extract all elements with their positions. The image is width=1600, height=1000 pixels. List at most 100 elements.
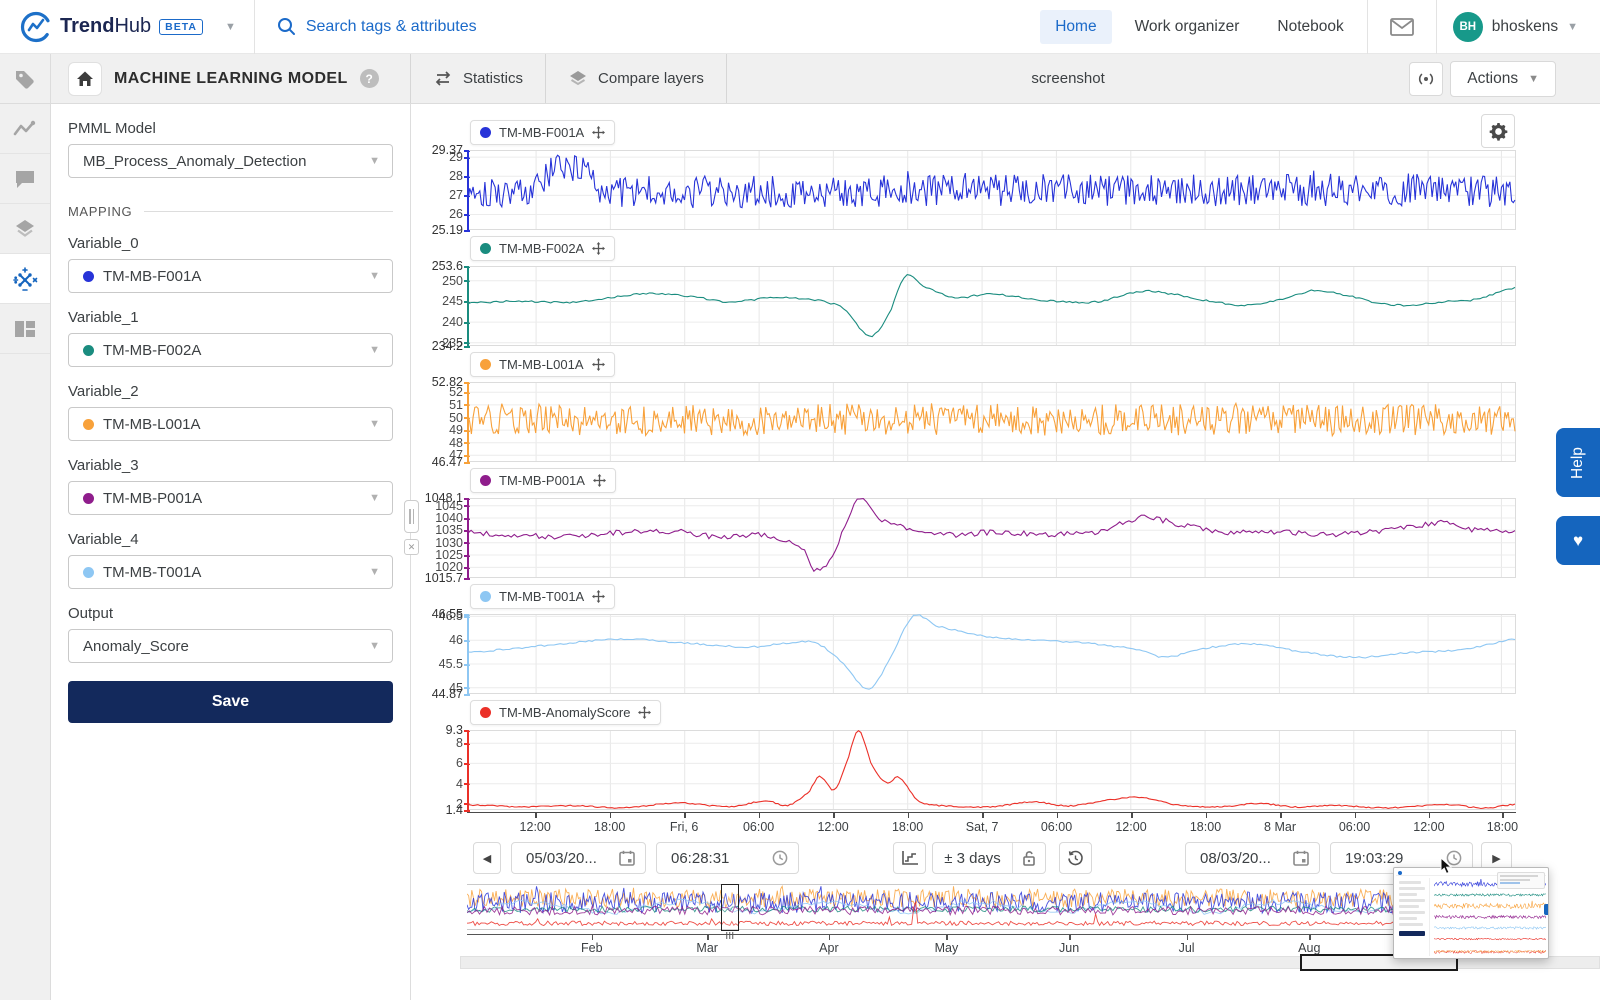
mouse-cursor (1440, 858, 1455, 875)
x-tick (1429, 812, 1431, 818)
home-view-button[interactable] (68, 62, 102, 96)
sidebar-item-dashboard[interactable] (0, 304, 50, 354)
sidebar-item-trends[interactable] (0, 104, 50, 154)
x-tick (1206, 812, 1208, 818)
legend-chip-TM-MB-F001A[interactable]: TM-MB-F001A (470, 120, 615, 145)
help-tab[interactable]: Help (1556, 428, 1600, 497)
top-navbar: TrendHub BETA ▼ Search tags & attributes… (0, 0, 1600, 54)
x-tick-label: 18:00 (594, 820, 625, 834)
user-menu[interactable]: BH bhoskens ▼ (1437, 12, 1600, 42)
legend-chip-TM-MB-AnomalyScore[interactable]: TM-MB-AnomalyScore (470, 700, 661, 725)
lock-range-icon[interactable] (1012, 843, 1045, 873)
view-name-label: screenshot (727, 54, 1409, 103)
move-handle-icon[interactable] (592, 126, 605, 139)
end-date-field[interactable]: 08/03/20... (1185, 842, 1320, 874)
x-tick-label: 18:00 (1190, 820, 1221, 834)
move-handle-icon[interactable] (593, 474, 606, 487)
chart-TM-MB-AnomalyScore: TM-MB-AnomalyScore24689.31.4 (415, 698, 1516, 814)
page-title: MACHINE LEARNING MODEL (114, 70, 348, 88)
y-axis-label: 26 (415, 206, 463, 222)
variable-select-1[interactable]: TM-MB-F002A▼ (68, 333, 393, 367)
y-axis-label: 27 (415, 187, 463, 203)
calendar-icon (619, 850, 635, 866)
x-tick-label: 18:00 (892, 820, 923, 834)
overview-month-axis: FebMarAprMayJunJulAug (467, 934, 1516, 956)
screenshot-preview-thumbnail[interactable] (1393, 867, 1549, 959)
nav-item-notebook[interactable]: Notebook (1262, 10, 1358, 44)
x-tick (1131, 812, 1133, 818)
sidebar-item-layers[interactable] (0, 204, 50, 254)
month-label: Apr (819, 941, 838, 955)
left-icon-strip (0, 104, 51, 1000)
pmml-model-select[interactable]: MB_Process_Anomaly_Detection▼ (68, 144, 393, 178)
chart-TM-MB-P001A: TM-MB-P001A1020102510301035104010451048.… (415, 466, 1516, 582)
chart-TM-MB-T001A: TM-MB-T001A4545.54646.546.5544.87 (415, 582, 1516, 698)
output-select[interactable]: Anomaly_Score▼ (68, 629, 393, 663)
mini-help-tab (1544, 904, 1548, 915)
pan-left-button[interactable]: ◀ (473, 842, 501, 874)
history-button[interactable] (1059, 842, 1092, 874)
x-tick-label: 12:00 (817, 820, 848, 834)
title-help-icon[interactable]: ? (360, 69, 379, 88)
model-config-panel: PMML Model MB_Process_Anomaly_Detection▼… (51, 104, 411, 1000)
compare-layers-button[interactable]: Compare layers (546, 54, 727, 103)
month-tick (1187, 934, 1189, 940)
variable-select-4[interactable]: TM-MB-T001A▼ (68, 555, 393, 589)
brand-chevron-down-icon[interactable]: ▼ (225, 21, 236, 33)
chart-settings-button[interactable] (1481, 114, 1515, 148)
y-axis-label: 46.55 (415, 606, 463, 622)
month-label: Jul (1179, 941, 1195, 955)
sidebar-item-ml-model[interactable] (0, 254, 50, 304)
variable-select-2[interactable]: TM-MB-L001A▼ (68, 407, 393, 441)
start-date-field[interactable]: 05/03/20... (511, 842, 646, 874)
series-color-dot (83, 493, 94, 504)
series-name: TM-MB-L001A (499, 357, 584, 372)
x-tick (833, 812, 835, 818)
brand-name: TrendHub (60, 15, 151, 38)
overview-context-chart[interactable] (467, 884, 1516, 930)
x-tick-label: 12:00 (520, 820, 551, 834)
actions-button[interactable]: Actions▼ (1450, 61, 1556, 97)
nav-item-work-organizer[interactable]: Work organizer (1120, 10, 1255, 44)
mini-notification-toast (1497, 872, 1545, 889)
mail-icon[interactable] (1390, 18, 1414, 36)
panel-splitter-handle[interactable] (404, 500, 419, 533)
output-label: Output (68, 605, 393, 622)
favorites-heart-tab[interactable]: ♥ (1556, 516, 1600, 565)
move-handle-icon[interactable] (592, 358, 605, 371)
legend-chip-TM-MB-F002A[interactable]: TM-MB-F002A (470, 236, 615, 261)
variable-select-0[interactable]: TM-MB-F001A▼ (68, 259, 393, 293)
x-tick (610, 812, 612, 818)
legend-chip-TM-MB-P001A[interactable]: TM-MB-P001A (470, 468, 616, 493)
tag-icon[interactable] (13, 67, 37, 91)
move-handle-icon[interactable] (638, 706, 651, 719)
series-name: TM-MB-F002A (499, 241, 584, 256)
brand[interactable]: TrendHub BETA ▼ (0, 11, 254, 43)
chart-TM-MB-L001A: TM-MB-L001A47484950515252.8246.47 (415, 350, 1516, 466)
overview-selection-window[interactable] (721, 884, 739, 931)
search-input[interactable]: Search tags & attributes (306, 18, 477, 36)
live-mode-button[interactable] (1409, 62, 1443, 96)
plot-area-TM-MB-P001A (467, 498, 1516, 578)
section-rule (144, 211, 393, 212)
statistics-button[interactable]: Statistics (411, 54, 546, 103)
legend-chip-TM-MB-L001A[interactable]: TM-MB-L001A (470, 352, 615, 377)
view-toolbar: MACHINE LEARNING MODEL ? Statistics Comp… (0, 54, 1600, 104)
legend-chip-TM-MB-T001A[interactable]: TM-MB-T001A (470, 584, 615, 609)
variable-label: Variable_1 (68, 309, 393, 326)
variable-select-3[interactable]: TM-MB-P001A▼ (68, 481, 393, 515)
panel-collapse-button[interactable]: ✕ (404, 539, 419, 555)
start-time-field[interactable]: 06:28:31 (656, 842, 799, 874)
heart-icon: ♥ (1573, 531, 1583, 551)
sidebar-item-comments[interactable] (0, 154, 50, 204)
scales-settings-button[interactable] (893, 842, 926, 874)
search-bar[interactable]: Search tags & attributes (255, 17, 1040, 36)
nav-item-home[interactable]: Home (1040, 10, 1111, 44)
move-handle-icon[interactable] (592, 590, 605, 603)
avatar[interactable]: BH (1453, 12, 1483, 42)
move-handle-icon[interactable] (592, 242, 605, 255)
month-label: Aug (1298, 941, 1320, 955)
time-range-label[interactable]: ± 3 days (933, 850, 1012, 867)
save-button[interactable]: Save (68, 681, 393, 723)
select-chevron-down-icon: ▼ (369, 270, 380, 282)
